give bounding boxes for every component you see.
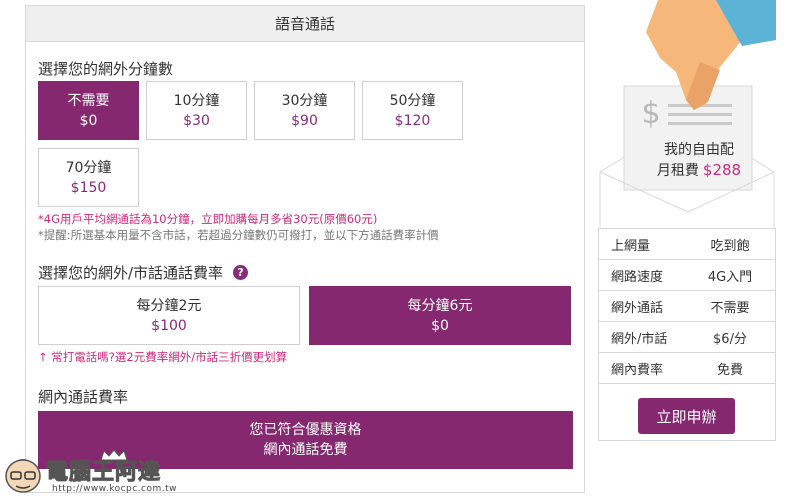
summary-row: 網路速度 4G入門 bbox=[599, 260, 775, 291]
rate-section-title: 選擇您的網外/市話通話費率 ? bbox=[38, 262, 249, 283]
apply-button[interactable]: 立即申辦 bbox=[638, 398, 735, 434]
voice-call-panel: 語音通話 選擇您的網外分鐘數 不需要 $0 10分鐘 $30 30分鐘 $90 … bbox=[25, 5, 585, 493]
watermark-title: 電腦王阿達 bbox=[45, 460, 162, 486]
help-icon[interactable]: ? bbox=[233, 265, 249, 280]
receipt-price-line: 月租費 $288 bbox=[656, 161, 742, 179]
monthly-fee-value: $288 bbox=[702, 161, 742, 179]
rate-option-2[interactable]: 每分鐘2元 $100 bbox=[38, 286, 300, 345]
summary-row: 網內費率 免費 bbox=[599, 353, 775, 384]
panel-header: 語音通話 bbox=[26, 6, 584, 42]
receipt-title: 我的自由配 bbox=[664, 142, 734, 158]
inner-rate-line1: 您已符合優惠資格 bbox=[249, 422, 362, 438]
minutes-section-title: 選擇您的網外分鐘數 bbox=[38, 60, 174, 78]
watermark-logo: 電腦王阿達 http://www.kocpc.com.tw bbox=[2, 448, 192, 498]
watermark-url: http://www.kocpc.com.tw bbox=[52, 484, 178, 494]
summary-row: 上網量 吃到飽 bbox=[599, 229, 775, 260]
dollar-icon: $ bbox=[641, 96, 661, 131]
summary-row: 網外/市話 $6/分 bbox=[599, 322, 775, 353]
envelope-illustration bbox=[599, 0, 776, 231]
rate-option-6[interactable]: 每分鐘6元 $0 bbox=[309, 286, 571, 345]
minutes-option-none[interactable]: 不需要 $0 bbox=[38, 81, 139, 140]
panel-title: 語音通話 bbox=[274, 15, 335, 33]
summary-row: 網外通話 不需要 bbox=[599, 291, 775, 322]
inner-rate-line2: 網內通話免費 bbox=[263, 442, 348, 458]
rate-hint-note: ↑ 常打電話嗎?選2元費率網外/市話三折價更划算 bbox=[38, 350, 288, 364]
minutes-reminder-note: *提醒:所選基本用量不含市話，若超過分鐘數仍可撥打，並以下方通話費率計價 bbox=[38, 228, 439, 242]
minutes-option-70[interactable]: 70分鐘 $150 bbox=[38, 148, 139, 207]
inner-rate-section-title: 網內通話費率 bbox=[38, 388, 129, 406]
plan-summary-card: $ 我的自由配 月租費 $288 上網量 吃到飽 網路速度 4G入門 網外通話 不需要 … bbox=[598, 0, 778, 445]
minutes-option-50[interactable]: 50分鐘 $120 bbox=[362, 81, 463, 140]
mascot-icon bbox=[5, 459, 41, 493]
minutes-option-30[interactable]: 30分鐘 $90 bbox=[254, 81, 355, 140]
minutes-promo-note: *4G用戶平均網通話為10分鐘，立即加購每月多省30元(原價60元) bbox=[38, 212, 378, 226]
minutes-option-10[interactable]: 10分鐘 $30 bbox=[146, 81, 247, 140]
